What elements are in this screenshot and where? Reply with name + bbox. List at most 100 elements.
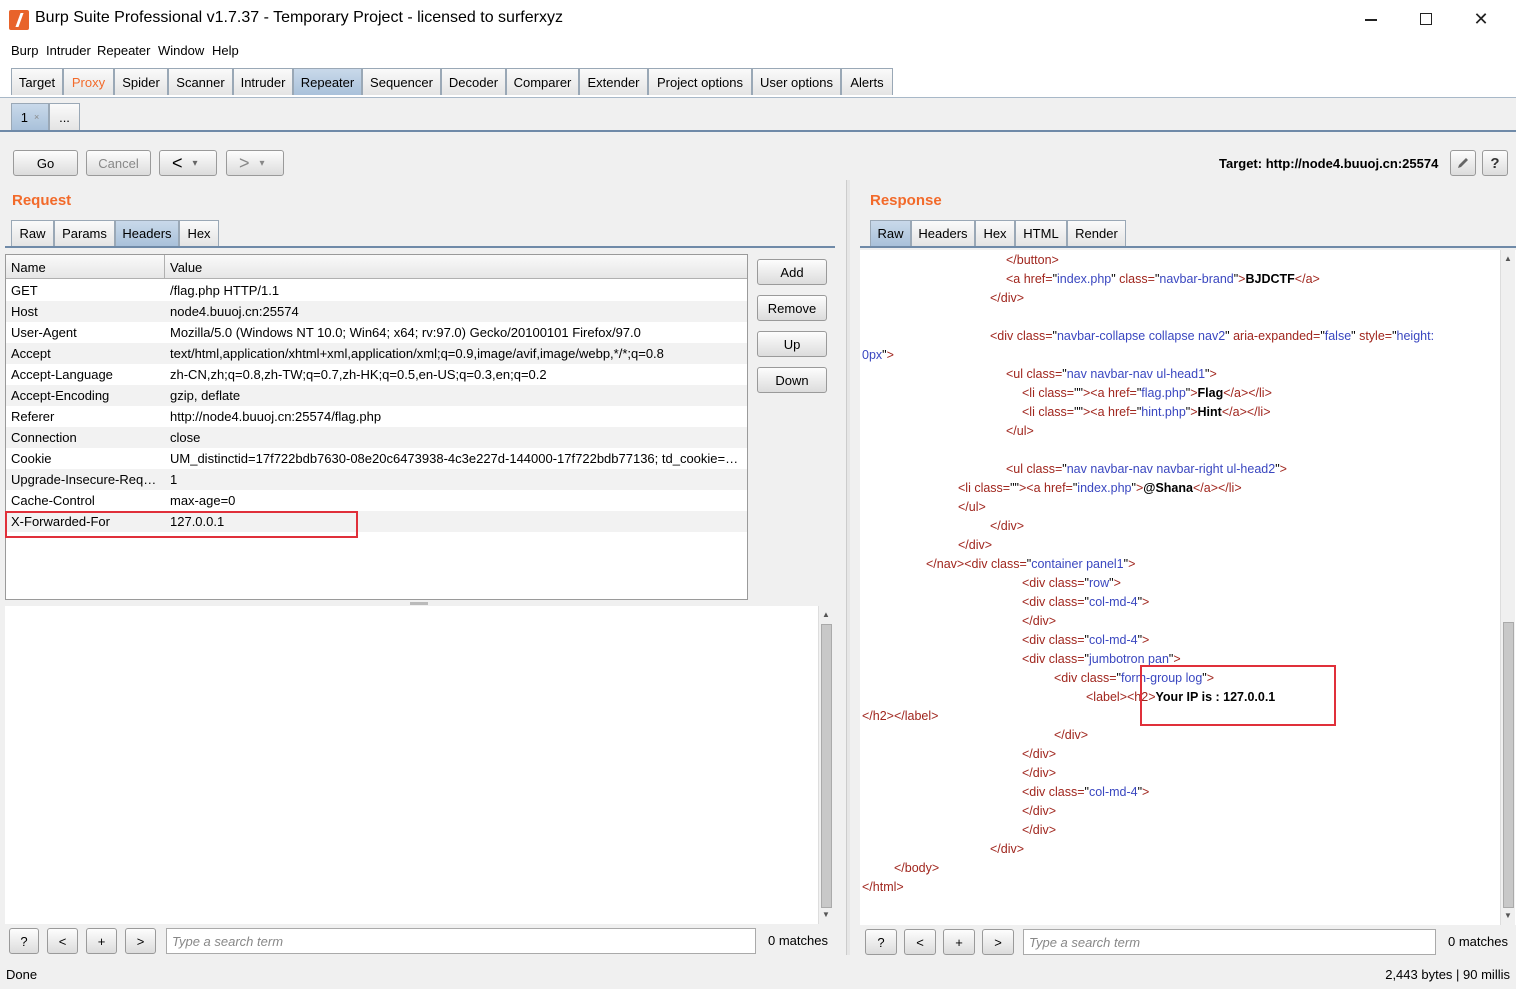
request-tab-headers[interactable]: Headers — [115, 220, 179, 246]
column-value[interactable]: Value — [170, 260, 202, 275]
menu-window[interactable]: Window — [158, 43, 204, 58]
response-tab-render[interactable]: Render — [1067, 220, 1126, 246]
tab-spider[interactable]: Spider — [114, 68, 168, 95]
tab-user-options[interactable]: User options — [752, 68, 841, 95]
minimize-button[interactable] — [1348, 4, 1394, 34]
back-arrow-icon: < — [172, 152, 183, 173]
table-row[interactable]: Accept-Encoding gzip, deflate — [6, 385, 747, 406]
request-tab-underline — [5, 246, 835, 248]
tab-comparer[interactable]: Comparer — [506, 68, 579, 95]
tab-scanner[interactable]: Scanner — [168, 68, 233, 95]
request-search-input[interactable]: Type a search term — [166, 928, 756, 954]
table-row[interactable]: Cache-Control max-age=0 — [6, 490, 747, 511]
search-add-button[interactable]: + — [943, 929, 975, 955]
scrollbar-thumb[interactable] — [821, 624, 832, 908]
scroll-down-icon[interactable]: ▼ — [822, 910, 830, 919]
close-tab-icon[interactable]: × — [34, 112, 39, 122]
code-line: <div class="navbar-collapse collapse nav… — [990, 329, 1435, 343]
tab-intruder[interactable]: Intruder — [233, 68, 293, 95]
close-button[interactable]: ✕ — [1458, 4, 1504, 34]
edit-target-button[interactable] — [1450, 150, 1476, 176]
code-line: </body> — [894, 861, 940, 875]
status-bar: Done 2,443 bytes | 90 millis — [0, 962, 1516, 989]
request-body-editor[interactable] — [5, 606, 833, 924]
tab-sequencer[interactable]: Sequencer — [362, 68, 441, 95]
request-tab-raw[interactable]: Raw — [11, 220, 54, 246]
table-row[interactable]: Connection close — [6, 427, 747, 448]
tab-proxy[interactable]: Proxy — [63, 68, 114, 95]
repeater-tab-new[interactable]: ... — [49, 103, 80, 130]
code-line: </div> — [1054, 728, 1089, 742]
help-button[interactable]: ? — [1482, 150, 1508, 176]
remove-header-button[interactable]: Remove — [757, 295, 827, 321]
code-line: <li class=""><a href="flag.php">Flag</a>… — [1022, 386, 1272, 400]
code-line: <div class="col-md-4"> — [1022, 785, 1150, 799]
search-prev-button[interactable]: < — [904, 929, 936, 955]
table-row[interactable]: Host node4.buuoj.cn:25574 — [6, 301, 747, 322]
code-line: </div> — [990, 519, 1025, 533]
table-row[interactable]: Accept-Language zh-CN,zh;q=0.8,zh-TW;q=0.… — [6, 364, 747, 385]
response-scrollbar[interactable]: ▲ ▼ — [1500, 250, 1515, 925]
scroll-down-icon[interactable]: ▼ — [1504, 911, 1512, 920]
code-line: </ul> — [958, 500, 986, 514]
column-name[interactable]: Name — [11, 260, 46, 275]
scroll-up-icon[interactable]: ▲ — [1504, 254, 1512, 263]
request-search-matches: 0 matches — [768, 933, 828, 948]
response-tab-html[interactable]: HTML — [1015, 220, 1067, 246]
menu-burp[interactable]: Burp — [11, 43, 38, 58]
tab-alerts[interactable]: Alerts — [841, 68, 893, 95]
search-next-button[interactable]: > — [982, 929, 1014, 955]
forward-button[interactable]: > ▾ — [226, 150, 284, 176]
menu-repeater[interactable]: Repeater — [97, 43, 150, 58]
response-search-input[interactable]: Type a search term — [1023, 929, 1436, 955]
scrollbar-thumb[interactable] — [1503, 622, 1514, 908]
request-tab-params[interactable]: Params — [54, 220, 115, 246]
repeater-tab-1[interactable]: 1 × — [11, 103, 49, 130]
code-line: </div> — [958, 538, 993, 552]
search-add-button[interactable]: + — [86, 928, 117, 954]
pane-divider[interactable] — [846, 180, 850, 955]
move-up-button[interactable]: Up — [757, 331, 827, 357]
response-tab-raw[interactable]: Raw — [870, 220, 911, 246]
burp-logo-icon — [9, 10, 29, 30]
request-body-scrollbar[interactable]: ▲ ▼ — [818, 606, 833, 924]
cancel-button[interactable]: Cancel — [86, 150, 151, 176]
code-line: <a href="index.php" class="navbar-brand"… — [1006, 272, 1320, 286]
tab-project-options[interactable]: Project options — [648, 68, 752, 95]
response-tab-headers[interactable]: Headers — [911, 220, 975, 246]
table-row[interactable]: Cookie UM_distinctid=17f722bdb7630-08e20c… — [6, 448, 747, 469]
search-prev-button[interactable]: < — [47, 928, 78, 954]
table-row[interactable]: GET/flag.php HTTP/1.1 — [6, 280, 747, 301]
request-tab-hex[interactable]: Hex — [179, 220, 219, 246]
table-row[interactable]: Accept text/html,application/xhtml+xml,ap… — [6, 343, 747, 364]
go-button[interactable]: Go — [13, 150, 78, 176]
code-line: </button> — [1006, 253, 1059, 267]
response-tab-hex[interactable]: Hex — [975, 220, 1015, 246]
table-row[interactable]: Referer http://node4.buuoj.cn:25574/flag.… — [6, 406, 747, 427]
help-icon: ? — [1490, 154, 1500, 172]
search-help-button[interactable]: ? — [9, 928, 39, 954]
maximize-button[interactable] — [1403, 4, 1449, 34]
tab-decoder[interactable]: Decoder — [441, 68, 506, 95]
response-stats: 2,443 bytes | 90 millis — [1385, 967, 1510, 982]
table-row[interactable]: Upgrade-Insecure-Requ... 1 — [6, 469, 747, 490]
scroll-up-icon[interactable]: ▲ — [822, 610, 830, 619]
back-button[interactable]: < ▾ — [159, 150, 217, 176]
menu-help[interactable]: Help — [212, 43, 239, 58]
tab-repeater[interactable]: Repeater — [293, 68, 362, 95]
tab-extender[interactable]: Extender — [579, 68, 648, 95]
table-row[interactable]: User-Agent Mozilla/5.0 (Windows NT 10.0; … — [6, 322, 747, 343]
search-help-button[interactable]: ? — [865, 929, 897, 955]
code-line: </div> — [1022, 823, 1057, 837]
table-header: Name Value — [6, 255, 747, 279]
move-down-button[interactable]: Down — [757, 367, 827, 393]
split-handle[interactable] — [410, 602, 428, 605]
menu-intruder[interactable]: Intruder — [46, 43, 91, 58]
tab-target[interactable]: Target — [11, 68, 63, 95]
response-body-viewer[interactable]: </button> <a href="index.php" class="nav… — [860, 250, 1516, 925]
title-bar: Burp Suite Professional v1.7.37 - Tempor… — [0, 0, 1516, 38]
code-line: </div> — [1022, 747, 1057, 761]
search-next-button[interactable]: > — [125, 928, 156, 954]
highlight-box-response — [1140, 665, 1336, 726]
add-header-button[interactable]: Add — [757, 259, 827, 285]
